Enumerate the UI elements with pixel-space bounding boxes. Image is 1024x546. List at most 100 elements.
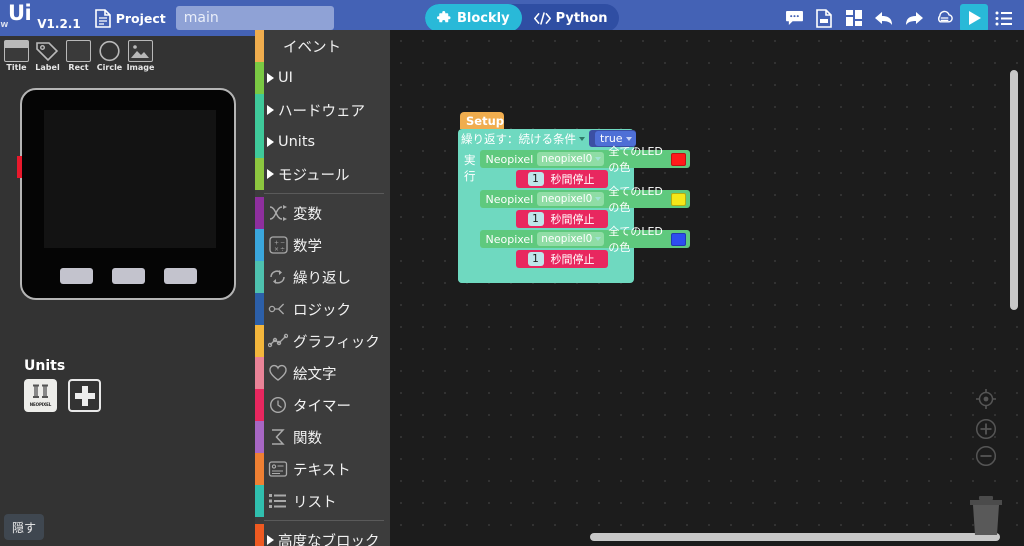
setup-hat-block[interactable]: Setup — [460, 112, 504, 129]
hide-panel-button[interactable]: 隠す — [4, 514, 44, 540]
undo-icon[interactable] — [870, 4, 898, 32]
neopixel-unit-dropdown[interactable]: neopixel0 — [537, 192, 605, 206]
toolbox-category-advanced[interactable]: 高度なブロック — [255, 524, 390, 546]
neopixel-unit-icon — [33, 384, 48, 398]
wait-block[interactable]: 1 秒間停止 — [515, 210, 608, 228]
toolbox-category-hardware[interactable]: ハードウェア — [255, 94, 390, 126]
toolbox-category-list[interactable]: リスト — [255, 485, 390, 517]
toolbox-category-module-label: モジュール — [278, 167, 350, 184]
toolbox-category-text[interactable]: テキスト — [255, 453, 390, 485]
toolbox-category-function[interactable]: 関数 — [255, 421, 390, 453]
plus-icon — [74, 385, 95, 406]
chevron-down-icon[interactable] — [595, 197, 602, 201]
neopixel-unit-dropdown[interactable]: neopixel0 — [537, 232, 605, 246]
shape-tool-rect[interactable]: Rect — [64, 40, 93, 72]
workspace-horizontal-scrollbar[interactable] — [590, 533, 1000, 541]
device-button-a[interactable] — [59, 268, 93, 284]
toolbox-category-logic[interactable]: ロジック — [255, 293, 390, 325]
toolbox-divider — [264, 520, 384, 521]
neopixel-unit-value: neopixel0 — [541, 153, 593, 165]
cloud-icon[interactable] — [930, 4, 958, 32]
color-swatch[interactable] — [671, 232, 686, 246]
center-blocks-button[interactable] — [975, 388, 997, 414]
toolbox-category-timer[interactable]: タイマー — [255, 389, 390, 421]
shape-tool-label[interactable]: Label — [33, 40, 62, 72]
toolbox-category-event[interactable]: イベント — [255, 30, 390, 62]
list-icon — [267, 490, 289, 512]
chevron-right-icon — [267, 105, 274, 115]
device-button-c[interactable] — [163, 268, 197, 284]
chevron-down-icon[interactable] — [579, 136, 585, 141]
layout-icon[interactable] — [840, 4, 868, 32]
toolbox-category-units[interactable]: Units — [255, 126, 390, 158]
tab-blockly[interactable]: Blockly — [425, 4, 522, 32]
shape-tool-circle[interactable]: Circle — [95, 40, 124, 72]
text-icon — [267, 458, 289, 480]
wait-seconds-input[interactable]: 1 — [527, 252, 544, 266]
project-label: Project — [115, 10, 166, 26]
wait-seconds-input[interactable]: 1 — [527, 212, 544, 226]
device-screen[interactable] — [44, 110, 216, 248]
loop-footer — [458, 270, 586, 283]
file-icon[interactable] — [810, 4, 838, 32]
device-preview[interactable] — [17, 88, 236, 300]
tab-python[interactable]: Python — [522, 4, 620, 32]
neopixel-unit-value: neopixel0 — [541, 233, 593, 245]
toolbox-category-loops[interactable]: 繰り返し — [255, 261, 390, 293]
chevron-down-icon[interactable] — [595, 237, 602, 241]
neopixel-prefix-label: Neopixel — [485, 232, 534, 246]
blockly-toolbox[interactable]: イベント UI ハードウェア Units モジュール 変数 + − × ÷ 数学… — [255, 30, 390, 546]
color-swatch[interactable] — [671, 152, 686, 166]
chevron-down-icon[interactable] — [595, 157, 602, 161]
wait-block[interactable]: 1 秒間停止 — [515, 170, 608, 188]
toolbox-category-graphic[interactable]: グラフィック — [255, 325, 390, 357]
chevron-down-icon[interactable] — [625, 136, 632, 141]
code-icon — [533, 11, 551, 25]
project-name-input[interactable] — [175, 6, 334, 30]
toolbox-category-graphic-label: グラフィック — [293, 334, 380, 351]
project-button[interactable]: Project — [94, 8, 166, 28]
zoom-out-button[interactable] — [975, 445, 997, 471]
units-title: Units — [24, 358, 66, 374]
toolbox-category-emoji[interactable]: 絵文字 — [255, 357, 390, 389]
neopixel-suffix-label: 全てのLEDの色 — [608, 185, 663, 214]
shape-tool-title-label: Title — [6, 63, 27, 72]
while-loop-block[interactable]: 繰り返す：続ける条件 true 実行 Neopixel neopixel0 全て… — [458, 129, 690, 283]
redo-icon[interactable] — [900, 4, 928, 32]
neopixel-block[interactable]: Neopixel neopixel0 全てのLEDの色 — [479, 145, 690, 174]
workspace-vertical-scrollbar[interactable] — [1010, 70, 1018, 310]
toolbox-category-variables[interactable]: 変数 — [255, 197, 390, 229]
run-icon[interactable] — [960, 4, 988, 32]
blockly-workspace[interactable]: Setup 繰り返す：続ける条件 true 実行 Neopixel neopix… — [390, 30, 1024, 546]
toolbox-category-ui[interactable]: UI — [255, 62, 390, 94]
image-icon — [128, 40, 153, 62]
add-unit-button[interactable] — [68, 379, 101, 412]
wait-label: 秒間停止 — [550, 253, 595, 266]
hide-panel-label: 隠す — [11, 520, 36, 535]
input-notch — [517, 254, 525, 264]
shape-toolbar: Title Label Rect Circle Image — [0, 36, 255, 74]
toolbox-category-math-label: 数学 — [293, 238, 322, 255]
neopixel-block[interactable]: Neopixel neopixel0 全てのLEDの色 — [479, 225, 690, 254]
wait-seconds-input[interactable]: 1 — [527, 172, 544, 186]
neopixel-unit-dropdown[interactable]: neopixel0 — [537, 152, 605, 166]
chevron-right-icon — [267, 535, 274, 545]
toolbox-category-module[interactable]: モジュール — [255, 158, 390, 190]
zoom-in-button[interactable] — [975, 418, 997, 444]
toolbox-category-math[interactable]: + − × ÷ 数学 — [255, 229, 390, 261]
menu-icon[interactable] — [990, 4, 1018, 32]
shape-tool-image-label: Image — [126, 63, 155, 72]
device-button-b[interactable] — [111, 268, 145, 284]
shape-tool-title[interactable]: Title — [2, 40, 31, 72]
trash-icon[interactable] — [968, 495, 1004, 541]
shape-tool-image[interactable]: Image — [126, 40, 155, 72]
neopixel-block[interactable]: Neopixel neopixel0 全てのLEDの色 — [479, 185, 690, 214]
unit-neopixel[interactable]: NEOPIXEL — [24, 379, 57, 412]
chat-icon[interactable] — [780, 4, 808, 32]
device-buttons — [22, 268, 234, 284]
wait-block[interactable]: 1 秒間停止 — [515, 250, 608, 268]
color-swatch[interactable] — [671, 192, 686, 206]
block-stack[interactable]: Setup 繰り返す：続ける条件 true 実行 Neopixel neopix… — [458, 112, 690, 283]
uiflow-app: Ui FLOW V1.2.1 Project Blockly — [0, 0, 1024, 546]
loop-title-label: 繰り返す：続ける条件 — [461, 131, 576, 146]
